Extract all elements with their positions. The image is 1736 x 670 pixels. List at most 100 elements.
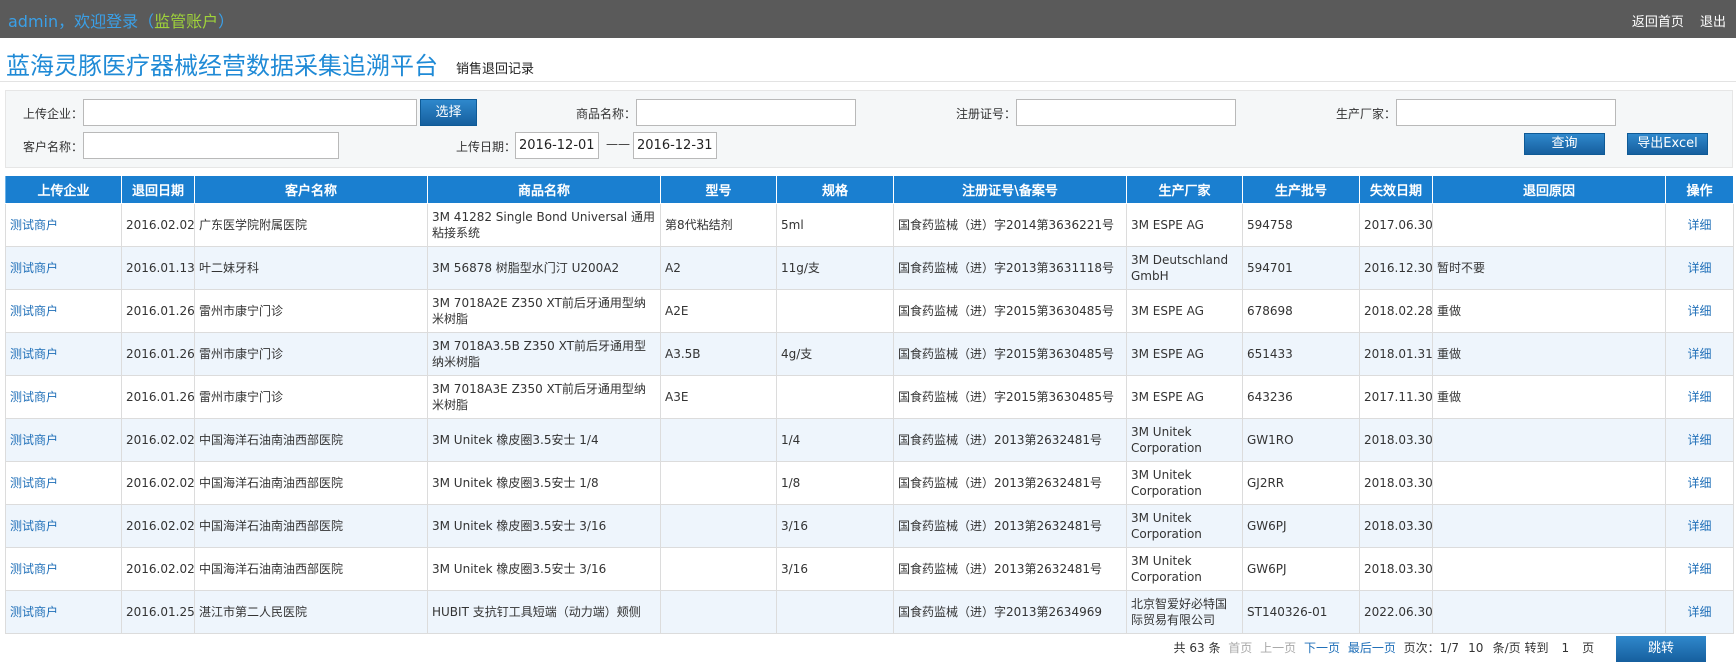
upload-company-link[interactable]: 测试商户 (5, 375, 122, 419)
cell-reg-no: 国食药监械（进）字2013第3631118号 (893, 246, 1127, 290)
cell-model (660, 461, 777, 505)
cell-product: 3M Unitek 橡皮圈3.5安士 1/8 (427, 461, 661, 505)
cell-model (660, 418, 777, 462)
export-excel-button[interactable]: 导出Excel (1627, 133, 1708, 155)
cell-spec: 11g/支 (776, 246, 894, 290)
detail-link[interactable]: 详细 (1665, 547, 1734, 591)
customer-label: 客户名称： (23, 140, 84, 154)
cell-expiry: 2018.02.28 (1359, 289, 1433, 333)
cell-product: 3M 41282 Single Bond Universal 通用粘接系统 (427, 203, 661, 247)
cell-spec (776, 289, 894, 333)
prev-page-link[interactable]: 上一页 (1260, 641, 1296, 655)
cell-customer: 雷州市康宁门诊 (194, 289, 428, 333)
cell-spec (776, 590, 894, 634)
pagination: 共 63 条 首页 上一页 下一页 最后一页 页次：1/7 10 条/页 转到 … (1170, 636, 1706, 662)
home-link[interactable]: 返回首页 (1632, 15, 1684, 30)
cell-reason (1432, 590, 1666, 634)
col-header-return-date: 退回日期 (121, 175, 195, 204)
upload-company-link[interactable]: 测试商户 (5, 504, 122, 548)
page-title: 销售退回记录 (456, 62, 535, 77)
upload-company-link[interactable]: 测试商户 (5, 289, 122, 333)
table-row: 测试商户 2016.02.02 中国海洋石油南油西部医院 3M Unitek 橡皮圈3… (5, 504, 1734, 548)
cell-return-date: 2016.02.02 (121, 203, 195, 247)
date-to-input[interactable] (633, 132, 717, 159)
query-button[interactable]: 查询 (1524, 133, 1605, 155)
cell-return-date: 2016.01.26 (121, 332, 195, 376)
manufacturer-input[interactable] (1396, 99, 1616, 126)
product-name-input[interactable] (636, 99, 856, 126)
account-role: 监管账户 (154, 12, 219, 31)
cell-reg-no: 国食药监械（进）2013第2632481号 (893, 461, 1127, 505)
cell-reason: 重做 (1432, 332, 1666, 376)
col-header-model: 型号 (660, 175, 777, 204)
col-header-upload-company: 上传企业 (5, 175, 122, 204)
upload-company-link[interactable]: 测试商户 (5, 461, 122, 505)
records-table: 上传企业 退回日期 客户名称 商品名称 型号 规格 注册证号\备案号 生产厂家 … (5, 175, 1734, 634)
next-page-link[interactable]: 下一页 (1304, 641, 1340, 655)
first-page-link[interactable]: 首页 (1228, 641, 1252, 655)
per-page-label: 条/页 转到 (1492, 641, 1549, 655)
cell-batch-no: 643236 (1242, 375, 1360, 419)
detail-link[interactable]: 详细 (1665, 375, 1734, 419)
cell-product: 3M 7018A2E Z350 XT前后牙通用型纳米树脂 (427, 289, 661, 333)
cell-batch-no: GJ2RR (1242, 461, 1360, 505)
page-size[interactable]: 10 (1467, 641, 1485, 655)
top-bar: admin，欢迎登录（监管账户） 返回首页 退出 (0, 0, 1736, 38)
upload-company-link[interactable]: 测试商户 (5, 203, 122, 247)
cell-model: A2E (660, 289, 777, 333)
upload-company-link[interactable]: 测试商户 (5, 418, 122, 462)
cell-return-date: 2016.02.02 (121, 504, 195, 548)
cell-reg-no: 国食药监械（进）2013第2632481号 (893, 418, 1127, 462)
cell-reg-no: 国食药监械（进）字2015第3630485号 (893, 332, 1127, 376)
cell-return-date: 2016.02.02 (121, 547, 195, 591)
customer-input[interactable] (83, 132, 339, 159)
upload-company-link[interactable]: 测试商户 (5, 246, 122, 290)
table-row: 测试商户 2016.02.02 中国海洋石油南油西部医院 3M Unitek 橡皮圈3… (5, 547, 1734, 591)
detail-link[interactable]: 详细 (1665, 461, 1734, 505)
cell-model (660, 547, 777, 591)
cell-reason (1432, 203, 1666, 247)
detail-link[interactable]: 详细 (1665, 504, 1734, 548)
upload-company-link[interactable]: 测试商户 (5, 590, 122, 634)
cell-batch-no: 594701 (1242, 246, 1360, 290)
cell-manufacturer: 3M ESPE AG (1126, 203, 1243, 247)
upload-company-link[interactable]: 测试商户 (5, 332, 122, 376)
cell-product: 3M Unitek 橡皮圈3.5安士 3/16 (427, 547, 661, 591)
detail-link[interactable]: 详细 (1665, 246, 1734, 290)
cell-customer: 雷州市康宁门诊 (194, 332, 428, 376)
detail-link[interactable]: 详细 (1665, 332, 1734, 376)
upload-company-label: 上传企业： (23, 107, 84, 121)
table-row: 测试商户 2016.01.26 雷州市康宁门诊 3M 7018A3.5B Z350 X… (5, 332, 1734, 376)
upload-company-link[interactable]: 测试商户 (5, 547, 122, 591)
cell-manufacturer: 3M Unitek Corporation (1126, 461, 1243, 505)
table-row: 测试商户 2016.01.25 湛江市第二人民医院 HUBIT 支抗钉工具短端（动力端… (5, 590, 1734, 634)
go-button[interactable]: 跳转 (1616, 636, 1706, 662)
cell-customer: 中国海洋石油南油西部医院 (194, 461, 428, 505)
table-row: 测试商户 2016.02.02 中国海洋石油南油西部医院 3M Unitek 橡皮圈3… (5, 418, 1734, 462)
date-from-input[interactable] (515, 132, 599, 159)
upload-company-input[interactable] (83, 99, 417, 126)
title-area: 蓝海灵豚医疗器械经营数据采集追溯平台 销售退回记录 (0, 38, 1736, 82)
cell-batch-no: 651433 (1242, 332, 1360, 376)
cell-manufacturer: 北京智爱好必特国际贸易有限公司 (1126, 590, 1243, 634)
cell-model: A2 (660, 246, 777, 290)
cell-spec (776, 375, 894, 419)
cell-expiry: 2018.03.30 (1359, 418, 1433, 462)
detail-link[interactable]: 详细 (1665, 289, 1734, 333)
select-company-button[interactable]: 选择 (420, 99, 477, 126)
logout-link[interactable]: 退出 (1700, 15, 1726, 30)
cell-reg-no: 国食药监械（进）2013第2632481号 (893, 504, 1127, 548)
detail-link[interactable]: 详细 (1665, 203, 1734, 247)
cell-return-date: 2016.02.02 (121, 461, 195, 505)
cell-customer: 广东医学院附属医院 (194, 203, 428, 247)
last-page-link[interactable]: 最后一页 (1348, 641, 1396, 655)
goto-page-input[interactable]: 1 (1556, 641, 1574, 655)
cell-reason (1432, 547, 1666, 591)
detail-link[interactable]: 详细 (1665, 590, 1734, 634)
col-header-reason: 退回原因 (1432, 175, 1666, 204)
cell-reason: 重做 (1432, 375, 1666, 419)
cell-product: 3M Unitek 橡皮圈3.5安士 1/4 (427, 418, 661, 462)
table-header-row: 上传企业 退回日期 客户名称 商品名称 型号 规格 注册证号\备案号 生产厂家 … (5, 175, 1734, 204)
reg-no-input[interactable] (1016, 99, 1236, 126)
detail-link[interactable]: 详细 (1665, 418, 1734, 462)
